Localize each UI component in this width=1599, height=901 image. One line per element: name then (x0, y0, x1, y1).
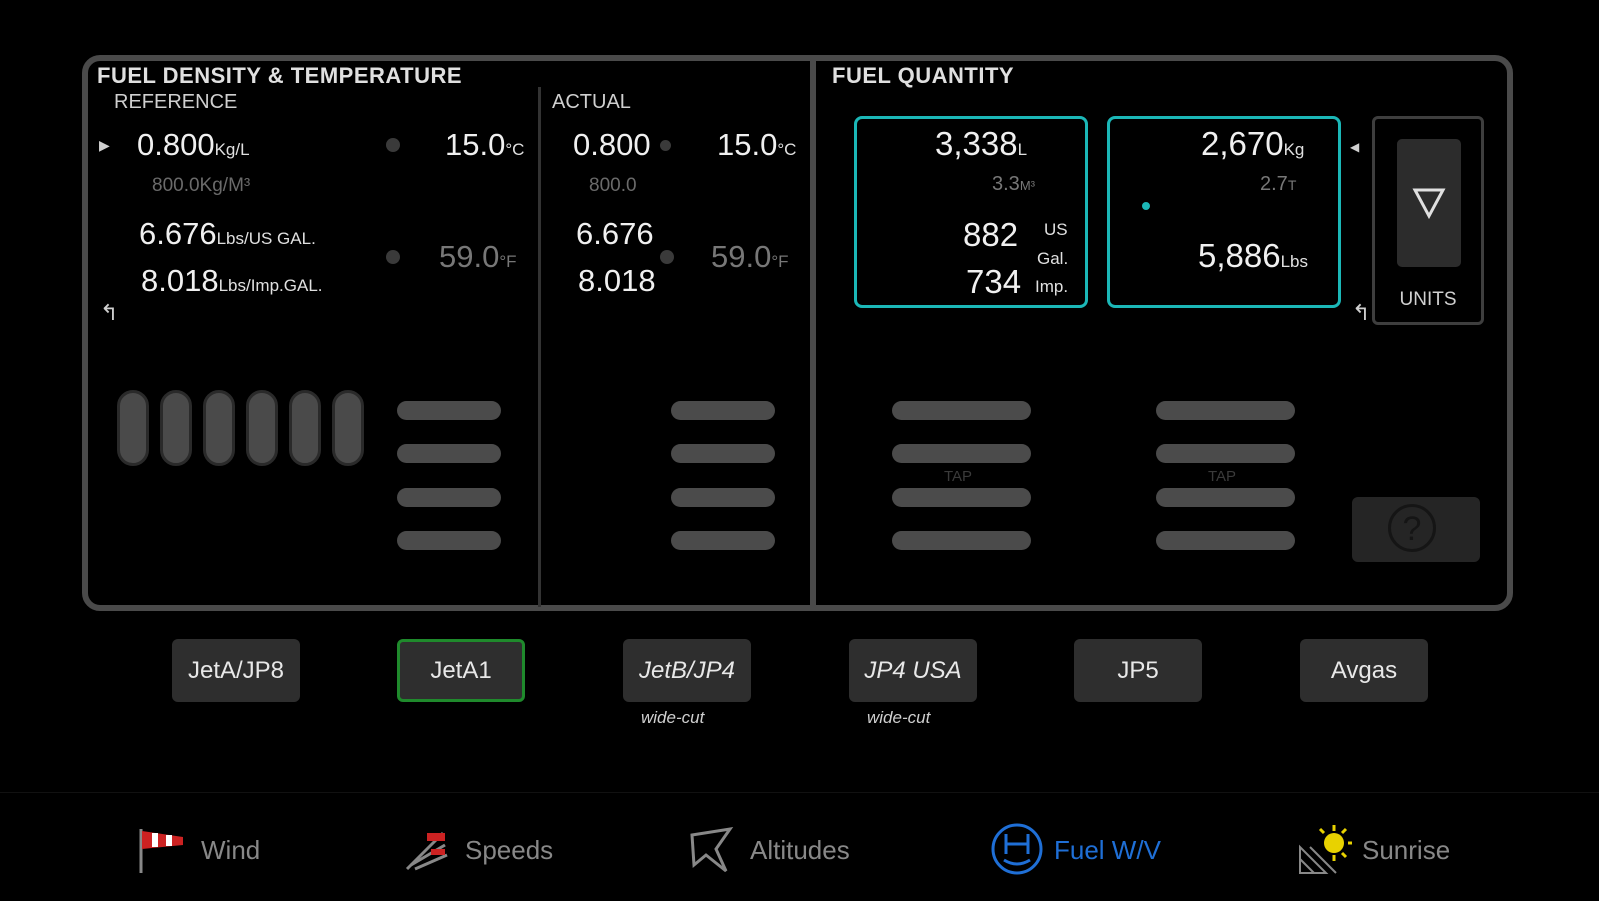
fuel-sublabel: wide-cut (641, 708, 705, 727)
volume-wheel-bar[interactable] (892, 444, 1031, 463)
fuel-button-jp4-usa[interactable]: JP4 USA (849, 639, 977, 702)
ref-lbs-usgal[interactable]: 6.676Lbs/US GAL. (139, 216, 316, 252)
tab-label: Speeds (465, 834, 554, 865)
sunrise-icon (1298, 825, 1352, 875)
fuel-sublabel: wide-cut (867, 708, 931, 727)
volume-wheel-bar[interactable] (892, 488, 1031, 507)
actual-label: ACTUAL (552, 91, 631, 113)
units-button[interactable] (1397, 139, 1461, 267)
volume-us-gal: 882 (963, 216, 1019, 253)
volume-us-unit: US (1044, 220, 1068, 239)
fuel-button-jeta-jp8[interactable]: JetA/JP8 (172, 639, 300, 702)
ref-temp-wheel-bar[interactable] (397, 531, 501, 550)
quantity-title: FUEL QUANTITY (832, 63, 1015, 88)
tap-hint: TAP (1208, 468, 1237, 485)
ref-temp-c[interactable]: 15.0°C (445, 127, 524, 163)
tab-label: Sunrise (1362, 834, 1451, 865)
triangle-right-icon: ▶ (99, 137, 110, 153)
reset-arrow-icon[interactable]: ↰ (1352, 300, 1370, 326)
fuel-button-avgas[interactable]: Avgas (1300, 639, 1428, 702)
tab-label: Altitudes (750, 834, 850, 865)
volume-gal-unit: Gal. (1037, 249, 1069, 268)
density-digit-wheel[interactable] (203, 390, 235, 466)
tab-wind[interactable]: Wind (137, 825, 260, 875)
indicator-dot (386, 138, 400, 152)
question-icon: ? (1388, 504, 1436, 552)
act-kgm3: 800.0 (589, 175, 637, 196)
reset-arrow-icon[interactable]: ↰ (100, 300, 118, 326)
fuel-button-jp5[interactable]: JP5 (1074, 639, 1202, 702)
tab-label: Fuel W/V (1054, 834, 1161, 865)
ref-temp-wheel-bar[interactable] (397, 401, 501, 420)
fuel-button-jetb-jp4[interactable]: JetB/JP4 (623, 639, 751, 702)
volume-m3: 3.3M³ (992, 173, 1035, 195)
reference-label: REFERENCE (114, 91, 238, 113)
ref-lbs-impgal[interactable]: 8.018Lbs/Imp.GAL. (141, 263, 323, 299)
mass-tonnes: 2.7T (1260, 173, 1297, 195)
indicator-dot (660, 140, 671, 151)
volume-liters: 3,338L (935, 125, 1028, 162)
ref-temp-f[interactable]: 59.0°F (439, 239, 517, 275)
mass-wheel-bar[interactable] (1156, 531, 1295, 550)
mass-wheel-bar[interactable] (1156, 488, 1295, 507)
triangle-left-icon: ◀ (1350, 140, 1360, 154)
density-digit-wheel[interactable] (332, 390, 364, 466)
density-digit-wheel[interactable] (160, 390, 192, 466)
mass-wheel-bar[interactable] (1156, 444, 1295, 463)
reference-actual-divider (538, 87, 541, 607)
tab-speeds[interactable]: Speeds (401, 825, 553, 875)
volume-wheel-bar[interactable] (892, 531, 1031, 550)
altitudes-icon (686, 825, 736, 875)
panel-divider (810, 57, 816, 609)
act-temp-wheel-bar[interactable] (671, 531, 775, 550)
units-label: UNITS (1399, 289, 1457, 310)
tab-sunrise[interactable]: Sunrise (1298, 825, 1450, 875)
tab-label: Wind (201, 834, 261, 865)
mass-wheel-bar[interactable] (1156, 401, 1295, 420)
indicator-dot (660, 250, 674, 264)
density-digit-wheel[interactable] (246, 390, 278, 466)
act-temp-f[interactable]: 59.0°F (711, 239, 789, 275)
windsock-icon (137, 825, 187, 875)
ref-temp-wheel-bar[interactable] (397, 444, 501, 463)
density-title: FUEL DENSITY & TEMPERATURE (97, 63, 463, 88)
mass-indicator-dot (1142, 202, 1150, 210)
volume-imp-unit: Imp. (1035, 277, 1069, 296)
act-lbs-usgal[interactable]: 6.676 (576, 216, 654, 252)
act-temp-wheel-bar[interactable] (671, 488, 775, 507)
mass-lbs: 5,886Lbs (1198, 237, 1309, 274)
ref-kgm3: 800.0Kg/M³ (152, 175, 251, 196)
units-selector[interactable]: UNITS (1372, 116, 1484, 325)
help-button[interactable]: ? (1352, 497, 1480, 562)
mass-kg: 2,670Kg (1201, 125, 1305, 162)
tab-fuel-wv[interactable]: Fuel W/V (990, 823, 1161, 875)
act-temp-wheel-bar[interactable] (671, 401, 775, 420)
act-kgl[interactable]: 0.800 (573, 127, 651, 163)
tab-altitudes[interactable]: Altitudes (686, 825, 850, 875)
tap-hint: TAP (944, 468, 973, 485)
volume-imp-gal: 734 (966, 263, 1022, 300)
density-digit-wheel[interactable] (117, 390, 149, 466)
ref-temp-wheel-bar[interactable] (397, 488, 501, 507)
fuel-button-jeta1[interactable]: JetA1 (397, 639, 525, 702)
speeds-icon (401, 825, 451, 875)
act-lbs-impgal[interactable]: 8.018 (578, 263, 656, 299)
volume-wheel-bar[interactable] (892, 401, 1031, 420)
triangle-down-icon (1412, 188, 1446, 220)
act-temp-wheel-bar[interactable] (671, 444, 775, 463)
act-temp-c[interactable]: 15.0°C (717, 127, 796, 163)
fuel-icon (990, 823, 1043, 875)
indicator-dot (386, 250, 400, 264)
ref-kgl[interactable]: 0.800Kg/L (137, 127, 250, 163)
density-digit-wheel[interactable] (289, 390, 321, 466)
